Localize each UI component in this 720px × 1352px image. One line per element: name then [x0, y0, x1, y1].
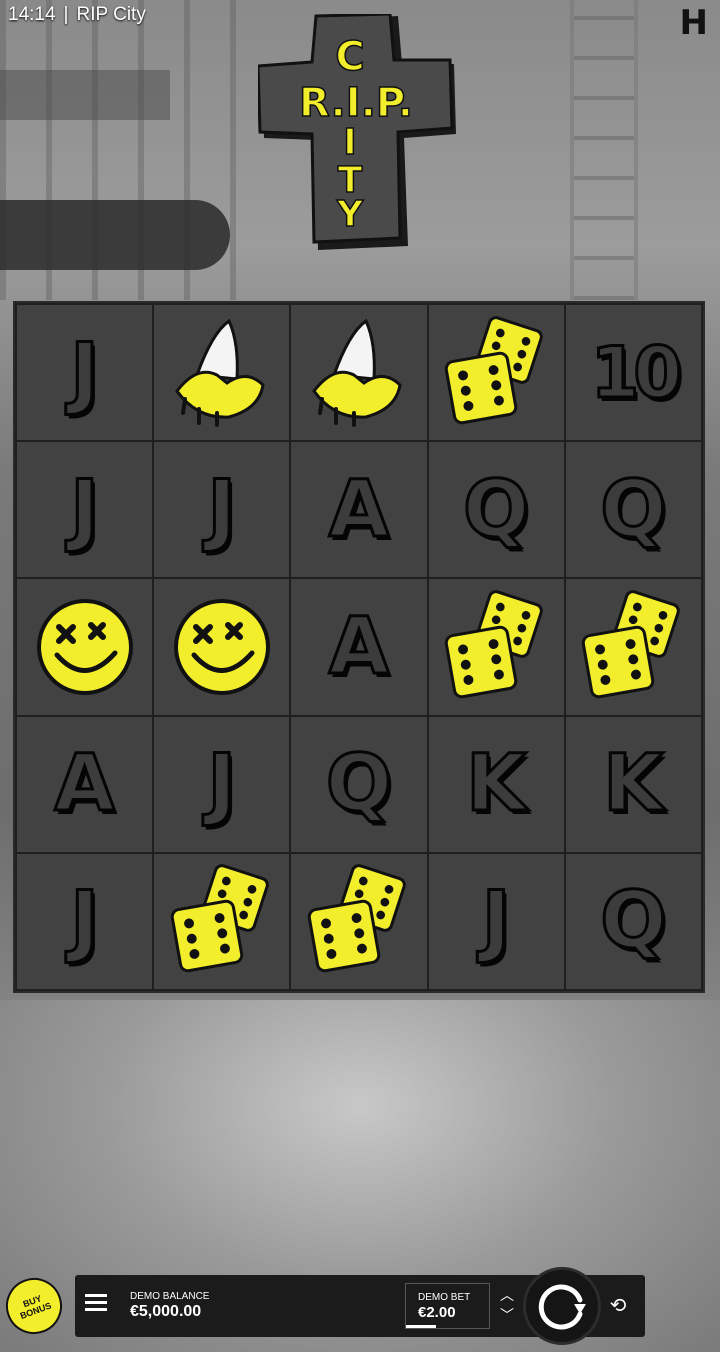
symbol-q: Q: [599, 876, 668, 967]
logo-letter: I: [343, 122, 356, 163]
symbol-j: J: [69, 327, 101, 418]
autoplay-icon[interactable]: ⟲: [605, 1293, 631, 1319]
hamburger-icon[interactable]: [85, 1294, 107, 1312]
reel-cell: [428, 305, 564, 441]
status-time: 14:14: [8, 4, 56, 25]
reel-cell: J: [154, 716, 290, 852]
game-logo: CITYR.I.P.: [258, 14, 456, 250]
reel-cell: A: [291, 579, 427, 715]
reel-cell: Q: [565, 853, 701, 989]
reel-cell: J: [17, 442, 153, 578]
reel-grid: J 10 J J A Q Q A AJQKKJ J Q: [13, 301, 705, 993]
background-shadow: [0, 200, 230, 270]
spin-icon: [538, 1284, 586, 1330]
symbol-k: K: [602, 739, 665, 830]
reel-cell: K: [565, 716, 701, 852]
reel-cell: K: [428, 716, 564, 852]
reel-cell: J: [154, 442, 290, 578]
bet-level-indicator: [406, 1325, 436, 1328]
chevron-up-icon[interactable]: ︿: [495, 1285, 519, 1305]
reel-cell: A: [291, 442, 427, 578]
logo-letter: Y: [336, 194, 364, 235]
reel-cell: [428, 579, 564, 715]
symbol-j: J: [69, 876, 101, 967]
symbol-a: A: [327, 601, 390, 692]
symbol-q: Q: [462, 464, 531, 555]
symbol-j: J: [206, 464, 238, 555]
logo-letter: C: [335, 34, 364, 80]
symbol-q: Q: [324, 739, 393, 830]
bet-box[interactable]: DEMO BET €2.00: [405, 1283, 490, 1329]
status-bar: 14:14 | RIP City: [8, 4, 146, 26]
symbol-j: J: [480, 876, 512, 967]
provider-logo: H: [679, 3, 708, 43]
balance-label: DEMO BALANCE: [130, 1291, 210, 1302]
banana-icon: [167, 313, 277, 433]
banana-icon: [304, 313, 414, 433]
dice-icon: [164, 861, 280, 981]
reel-cell: Q: [428, 442, 564, 578]
reel-cell: A: [17, 716, 153, 852]
symbol-j: J: [69, 464, 101, 555]
chevron-down-icon[interactable]: ﹀: [495, 1305, 519, 1325]
buy-bonus-label: BUY BONUS: [18, 1293, 53, 1321]
reel-cell: [17, 579, 153, 715]
reel-cell: Q: [565, 442, 701, 578]
reel-cell: J: [428, 853, 564, 989]
reel-cell: [565, 579, 701, 715]
background-ladder: [570, 0, 638, 300]
dice-icon: [438, 313, 554, 433]
reel-cell: [154, 305, 290, 441]
symbol-10: 10: [589, 331, 683, 414]
status-separator: |: [63, 4, 69, 25]
symbol-a: A: [53, 739, 116, 830]
reel-cell: J: [17, 305, 153, 441]
reel-cell: J: [17, 853, 153, 989]
dice-icon: [575, 587, 691, 707]
symbol-j: J: [206, 739, 238, 830]
balance-value: €5,000.00: [130, 1303, 202, 1320]
reel-cell: [291, 305, 427, 441]
spin-button[interactable]: [523, 1267, 601, 1345]
smiley-icon: [170, 595, 274, 699]
reel-cell: Q: [291, 716, 427, 852]
logo-letter: R.I.P.: [299, 80, 413, 126]
symbol-a: A: [327, 464, 390, 555]
bet-label: DEMO BET: [418, 1292, 471, 1303]
dice-icon: [301, 861, 417, 981]
control-bar: DEMO BALANCE €5,000.00 DEMO BET €2.00 ︿ …: [75, 1267, 645, 1345]
smiley-icon: [33, 595, 137, 699]
symbol-k: K: [464, 739, 527, 830]
reel-cell: 10: [565, 305, 701, 441]
dice-icon: [438, 587, 554, 707]
reel-cell: [154, 579, 290, 715]
status-title: RIP City: [76, 4, 146, 25]
reel-cell: [291, 853, 427, 989]
symbol-q: Q: [599, 464, 668, 555]
reel-cell: [154, 853, 290, 989]
background-shadow: [0, 70, 170, 120]
bet-value: €2.00: [418, 1304, 456, 1321]
